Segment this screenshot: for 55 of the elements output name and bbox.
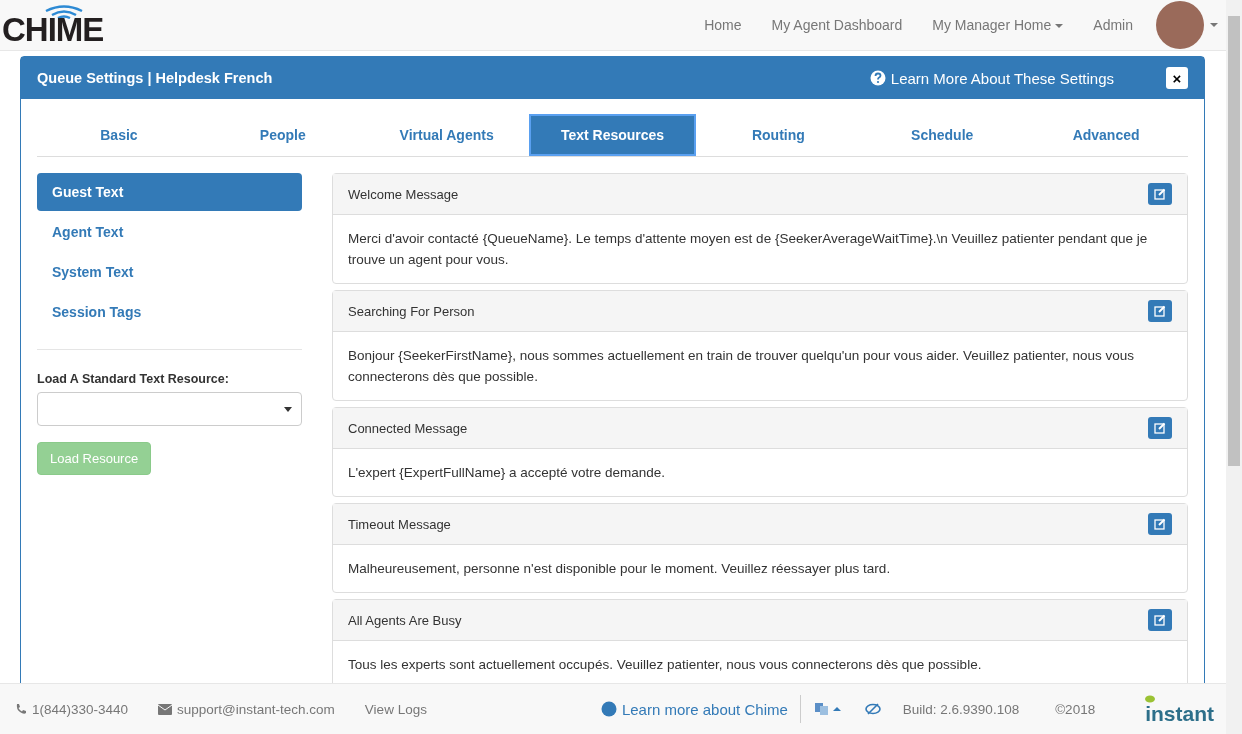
- nav-link[interactable]: Home: [689, 17, 757, 33]
- edit-button[interactable]: [1148, 183, 1172, 205]
- instant-logo: instant: [1145, 694, 1214, 724]
- edit-icon: [1154, 422, 1166, 434]
- edit-icon: [1154, 614, 1166, 626]
- edit-icon: [1154, 518, 1166, 530]
- panel-title: Searching For Person: [348, 303, 475, 319]
- tab[interactable]: Text Resources: [528, 114, 697, 156]
- learn-more-link[interactable]: Learn more about Chime: [600, 695, 801, 723]
- chime-logo: CHIME: [2, 4, 104, 46]
- panel-title: Welcome Message: [348, 186, 459, 202]
- edit-button[interactable]: [1148, 609, 1172, 631]
- caret-icon[interactable]: [1210, 23, 1218, 27]
- field-label: Load A Standard Text Resource:: [37, 372, 230, 386]
- tab[interactable]: Basic: [37, 114, 201, 156]
- scrollbar[interactable]: [1226, 0, 1242, 734]
- dialog-title: Queue Settings | Helpdesk French: [37, 70, 273, 86]
- phone-number: 1(844)330-3440: [15, 701, 129, 717]
- email-link[interactable]: support@instant-tech.com: [158, 701, 335, 717]
- phone-icon: [15, 703, 27, 715]
- panel-title: Timeout Message: [348, 516, 451, 532]
- resource-text: L'expert {ExpertFullName} a accepté votre demande.: [347, 464, 666, 482]
- tab[interactable]: Virtual Agents: [364, 114, 529, 156]
- resource-text: Tous les experts sont actuellement occupés. Veuillez patienter, nous vous connecterons dès que possible.: [347, 656, 983, 674]
- panel-title: Connected Message: [348, 420, 468, 436]
- signal-waves-icon: [44, 4, 84, 19]
- edit-button[interactable]: [1148, 417, 1172, 439]
- edit-icon: [1154, 188, 1166, 200]
- learn-more-text[interactable]: Learn more about Chime: [621, 700, 788, 718]
- language-icon[interactable]: [814, 702, 841, 716]
- eye-slash-icon[interactable]: [864, 703, 881, 715]
- edit-icon: [1154, 305, 1166, 317]
- sidebar-item[interactable]: Guest Text: [37, 173, 302, 211]
- close-button[interactable]: ×: [1166, 67, 1188, 89]
- resource-text: Bonjour {SeekerFirstName}, nous sommes actuellement en train de trouver quelqu'un pour vous aider. Veuillez patienter, nous vous connecterons dès que possible.: [347, 347, 1136, 386]
- edit-button[interactable]: [1148, 300, 1172, 322]
- sidebar-item[interactable]: System Text: [37, 253, 302, 291]
- panel-title: All Agents Are Busy: [348, 612, 462, 628]
- edit-button[interactable]: [1148, 513, 1172, 535]
- view-logs-link[interactable]: View Logs: [364, 701, 427, 717]
- nav-link[interactable]: My Agent Dashboard: [756, 17, 918, 33]
- nav-link[interactable]: Admin: [1078, 17, 1148, 33]
- nav-link[interactable]: My Manager Home: [917, 17, 1079, 33]
- tab[interactable]: Advanced: [1024, 114, 1188, 156]
- resource-text: Malheureusement, personne n'est disponible pour le moment. Veuillez réessayer plus tard.: [347, 560, 892, 578]
- resource-text: Merci d'avoir contacté {QueueName}. Le temps d'attente moyen est de {SeekerAverageWaitTime}.\n Veuillez patienter pendant que je trouve un agent pour vous.: [347, 230, 1149, 269]
- sidebar-item[interactable]: Session Tags: [37, 293, 302, 331]
- build-version: Build: 2.6.9390.108: [902, 701, 1020, 717]
- copyright: ©2018: [1055, 701, 1096, 717]
- tab[interactable]: Schedule: [860, 114, 1025, 156]
- tab[interactable]: Routing: [696, 114, 861, 156]
- envelope-icon: [158, 703, 173, 715]
- user-avatar[interactable]: [1156, 1, 1204, 49]
- sidebar-item[interactable]: Agent Text: [37, 213, 302, 251]
- tab[interactable]: People: [200, 114, 365, 156]
